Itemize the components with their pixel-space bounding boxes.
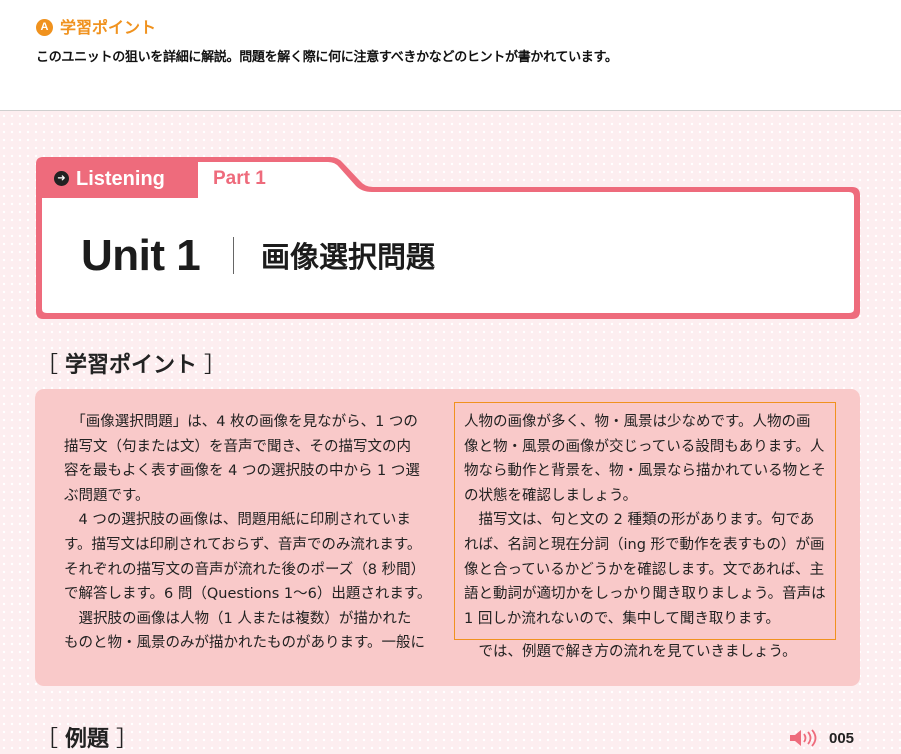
example-heading: ［ 例題 ］: [36, 727, 139, 752]
tab-part[interactable]: Part 1: [213, 167, 266, 191]
tab-listening[interactable]: ➜ Listening: [36, 158, 199, 198]
learning-point-left-column: 「画像選択問題」は、4 枚の画像を見ながら、1 つの 描写文（句または文）を音声…: [64, 414, 432, 652]
example-heading-text: 例題: [65, 727, 110, 752]
unit-number: Unit 1: [81, 231, 201, 280]
arrow-right-icon: ➜: [54, 171, 69, 186]
speaker-icon: [790, 729, 817, 747]
unit-divider: [233, 237, 234, 274]
learning-point-right-column: 人物の画像が多く、物・風景は少なめです。人物の画 像と物・風景の画像が交じってい…: [464, 414, 826, 627]
unit-title: 画像選択問題: [261, 240, 436, 274]
tab-listening-label: Listening: [76, 168, 165, 190]
learning-point-heading: ［ 学習ポイント ］: [36, 353, 227, 378]
learning-point-closing: では、例題で解き方の流れを見ていきましょう。: [464, 644, 797, 660]
page-number: 005: [829, 730, 855, 747]
learning-point-heading-text: 学習ポイント: [65, 353, 198, 378]
